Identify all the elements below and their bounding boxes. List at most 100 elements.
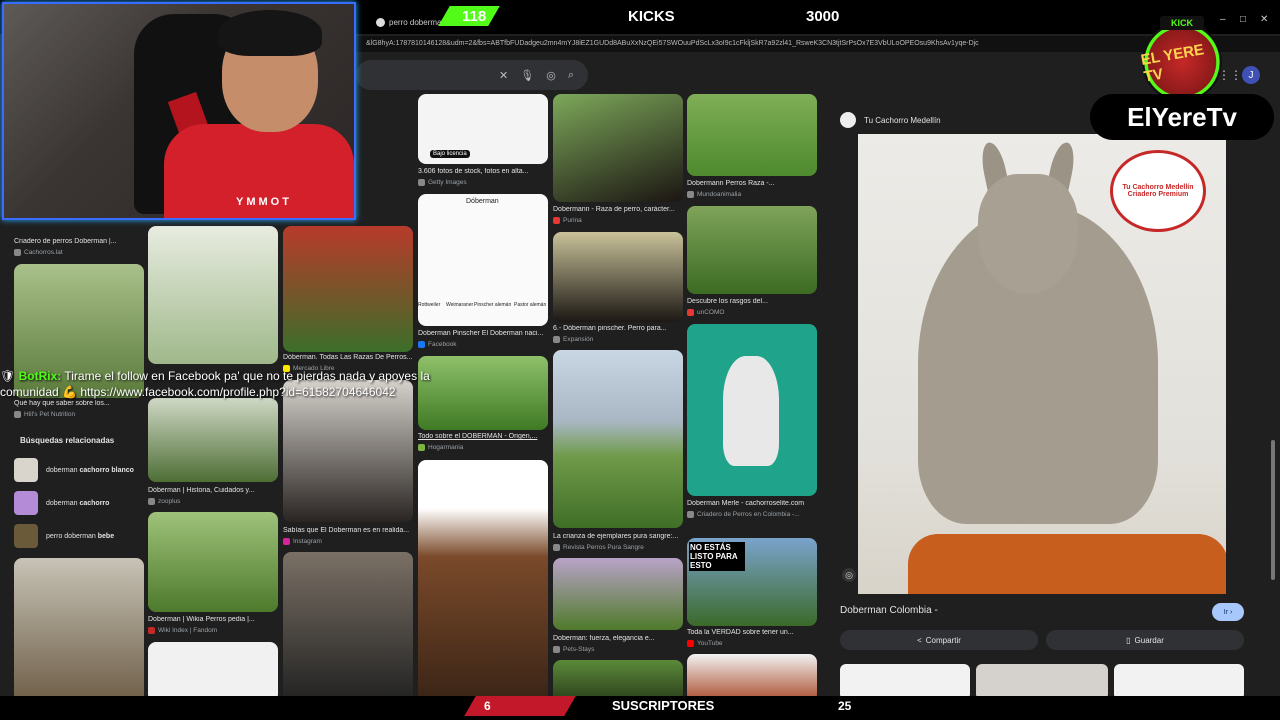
result-source: Criadero de Perros en Colombia -... <box>687 511 817 518</box>
result-title[interactable]: Dóberman. Todas Las Razas De Perros... <box>283 354 413 361</box>
chart-label: Pastor alemán <box>514 302 547 308</box>
brand-name: ElYereTv <box>1090 94 1274 140</box>
clear-icon[interactable]: ✕ <box>499 69 508 82</box>
result-image[interactable] <box>687 94 817 176</box>
result-title[interactable]: Dobermann Perros Raza -... <box>687 180 817 187</box>
result-image[interactable]: NO ESTÁS LISTO PARA ESTO <box>687 538 817 626</box>
minimize-button[interactable]: – <box>1220 14 1226 25</box>
scrollbar-thumb[interactable] <box>1271 440 1275 580</box>
result-title[interactable]: 6.- Dóberman pinscher. Perro para... <box>553 325 683 332</box>
site-icon <box>687 511 694 518</box>
account-avatar[interactable]: J <box>1242 66 1260 84</box>
result-title[interactable]: Sabías que El Doberman es en realida... <box>283 527 413 534</box>
result-image[interactable] <box>418 460 548 702</box>
result-image[interactable] <box>148 642 278 702</box>
related-thumbnail <box>14 524 38 548</box>
result-image[interactable] <box>687 324 817 496</box>
subs-label: SUSCRIPTORES <box>612 698 715 713</box>
result-source: Facebook <box>418 341 457 348</box>
merle-dog-shape <box>723 356 779 466</box>
result-image[interactable] <box>553 350 683 528</box>
preview-title[interactable]: Doberman Colombia - <box>840 605 938 616</box>
scrollbar-track[interactable] <box>1270 90 1276 700</box>
result-image[interactable] <box>283 380 413 522</box>
site-icon <box>687 309 694 316</box>
related-search-item[interactable]: doberman cachorro blanco <box>14 455 144 485</box>
result-source: Hogarmania <box>418 444 463 451</box>
result-title[interactable]: Toda la VERDAD sobre tener un... <box>687 629 817 636</box>
search-box[interactable]: ✕ 🎙 ◎ ⌕ <box>356 60 588 90</box>
hair-shape <box>218 10 322 56</box>
lens-search-icon[interactable]: ◎ <box>842 568 856 582</box>
result-image[interactable] <box>148 398 278 482</box>
search-icon[interactable]: ⌕ <box>568 69 574 82</box>
result-source: Purina <box>553 217 582 224</box>
site-icon <box>418 179 425 186</box>
site-icon <box>14 249 21 256</box>
save-button[interactable]: ▯ Guardar <box>1046 630 1244 650</box>
subs-current: 6 <box>484 699 491 713</box>
result-image[interactable]: Dóberman Rottweiler Weimaraner Pinscher … <box>418 194 548 326</box>
result-image[interactable]: Bajo licencia <box>418 94 548 164</box>
chat-text: Tirame el follow en Facebook pa' que no … <box>0 369 430 399</box>
related-search-item[interactable]: doberman cachorro <box>14 488 144 518</box>
kick-badge: KICK <box>1160 16 1204 30</box>
chat-message: 🛡 BotRix: Tirame el follow en Facebook p… <box>0 368 460 400</box>
chat-badge-icon: 🛡 <box>0 369 16 383</box>
result-image[interactable] <box>553 94 683 202</box>
visit-button[interactable]: Ir › <box>1212 603 1244 621</box>
result-image[interactable] <box>283 552 413 702</box>
site-icon <box>553 646 560 653</box>
result-image[interactable] <box>687 206 817 294</box>
result-source: Cachorros.lat <box>14 249 63 256</box>
address-bar[interactable]: &lG8hyA:1787810146128&udm=2&fbs=ABTfbFUD… <box>356 36 1280 52</box>
result-title[interactable]: Doberman Merle - cachorroselite.com <box>687 500 817 507</box>
result-source: Hill's Pet Nutrition <box>14 411 75 418</box>
result-title[interactable]: Doberman | Wikia Perros pedia |... <box>148 616 278 623</box>
result-image[interactable] <box>283 226 413 352</box>
result-title[interactable]: Doberman Pinscher El Doberman naci... <box>418 330 548 337</box>
result-source: Getty Images <box>418 179 467 186</box>
result-title[interactable]: Dobermann - Raza de perro, carácter... <box>553 206 683 213</box>
related-thumbnail <box>14 491 38 515</box>
share-icon: < <box>917 635 922 645</box>
site-icon <box>553 336 560 343</box>
related-search-item[interactable]: perro doberman bebe <box>14 521 144 551</box>
result-title[interactable]: Dóberman | Historia, Cuidados y... <box>148 487 278 494</box>
result-image[interactable] <box>148 512 278 612</box>
result-title[interactable]: 3.606 fotos de stock, fotos en alta... <box>418 168 548 175</box>
result-title[interactable]: Qué hay que saber sobre los... <box>14 400 144 407</box>
chart-label: Weimaraner <box>446 302 474 308</box>
related-image-thumb[interactable] <box>976 664 1108 700</box>
subs-goal: 25 <box>838 699 852 713</box>
thumb-overlay-text: NO ESTÁS LISTO PARA ESTO <box>689 542 745 571</box>
bookmark-icon: ▯ <box>1126 635 1131 645</box>
site-icon <box>553 217 560 224</box>
preview-source[interactable]: Tu Cachorro Medellín <box>840 112 941 128</box>
close-window-button[interactable]: ✕ <box>1260 14 1268 25</box>
related-image-thumb[interactable] <box>840 664 970 700</box>
result-title[interactable]: Todo sobre el DÓBERMAN - Origen,... <box>418 433 548 440</box>
result-image[interactable] <box>553 558 683 630</box>
result-image[interactable] <box>148 226 278 364</box>
shirt-text: YMMOT <box>236 196 292 208</box>
share-button[interactable]: < Compartir <box>840 630 1038 650</box>
dog-head-shape <box>978 174 1078 294</box>
result-title[interactable]: La crianza de ejemplares pura sangre:... <box>553 533 683 540</box>
result-title[interactable]: Criadero de perros Doberman |... <box>14 238 144 245</box>
result-image[interactable] <box>687 654 817 702</box>
site-icon <box>840 112 856 128</box>
result-source: Mundoanimalia <box>687 191 741 198</box>
site-icon <box>418 341 425 348</box>
preview-image[interactable]: Tu Cachorro Medellín Criadero Premium <box>858 134 1226 594</box>
related-image-thumb[interactable] <box>1114 664 1244 700</box>
result-title[interactable]: Doberman: fuerza, elegancia e... <box>553 635 683 642</box>
microphone-icon[interactable]: 🎙 <box>520 69 534 82</box>
maximize-button[interactable]: □ <box>1240 14 1246 25</box>
result-source: zooplus <box>148 498 180 505</box>
result-image[interactable] <box>14 558 144 708</box>
criadero-logo: Tu Cachorro Medellín Criadero Premium <box>1110 150 1206 232</box>
camera-lens-icon[interactable]: ◎ <box>546 69 556 82</box>
result-image[interactable] <box>553 232 683 322</box>
result-title[interactable]: Descubre los rasgos del... <box>687 298 817 305</box>
